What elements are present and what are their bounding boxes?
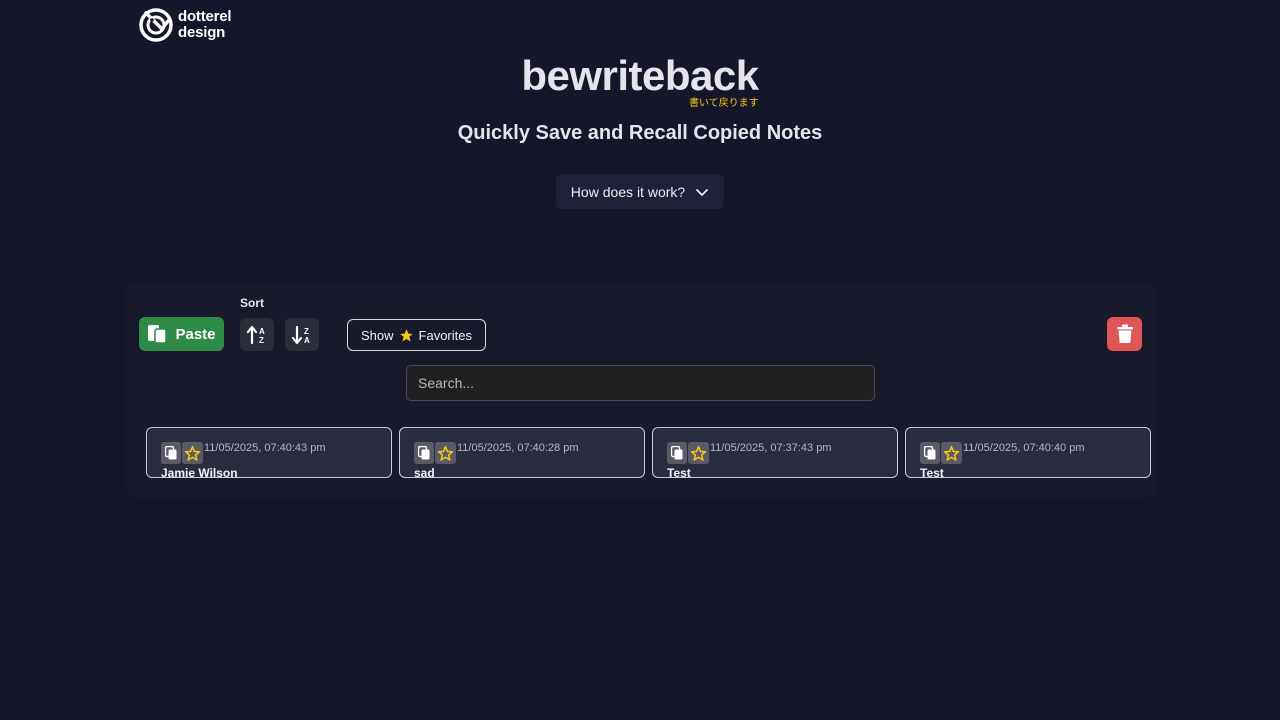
star-outline-icon (437, 445, 454, 461)
note-card[interactable]: 11/05/2025, 07:40:40 pm Test (905, 427, 1151, 478)
copy-icon (671, 446, 683, 460)
chevron-down-icon (696, 188, 709, 196)
note-timestamp: 11/05/2025, 07:40:40 pm (963, 442, 1085, 454)
sort-ascending-button[interactable]: A Z (240, 318, 274, 351)
note-card[interactable]: 11/05/2025, 07:37:43 pm Test (652, 427, 898, 478)
favorite-toggle[interactable] (688, 442, 709, 464)
copy-note-button[interactable] (161, 442, 181, 464)
copy-icon (924, 446, 936, 460)
copy-icon (165, 446, 177, 460)
note-timestamp: 11/05/2025, 07:37:43 pm (710, 442, 832, 454)
paste-button[interactable]: Paste (139, 317, 224, 351)
tagline: Quickly Save and Recall Copied Notes (457, 122, 823, 144)
sort-label: Sort (240, 296, 264, 310)
star-outline-icon (690, 445, 707, 461)
delete-all-button[interactable] (1107, 317, 1142, 351)
copy-icon (418, 446, 430, 460)
svg-text:Z: Z (259, 336, 264, 345)
favorites-label: Favorites (418, 327, 472, 343)
sort-descending-icon: Z A (291, 325, 310, 345)
brand-logo[interactable]: dotterel design (138, 7, 232, 43)
notes-list: 11/05/2025, 07:40:43 pm Jamie Wilson 11/… (146, 427, 1151, 478)
svg-text:Z: Z (304, 327, 309, 336)
favorite-toggle[interactable] (182, 442, 203, 464)
svg-text:A: A (304, 336, 310, 345)
star-outline-icon (184, 445, 201, 461)
note-timestamp: 11/05/2025, 07:40:43 pm (204, 442, 326, 454)
brand-line-1: dotterel (178, 8, 232, 25)
paste-label: Paste (175, 325, 216, 343)
app-title: bewriteback (521, 52, 759, 99)
note-text: sad (414, 466, 435, 478)
show-label: Show (361, 327, 394, 343)
search-input[interactable] (406, 365, 875, 401)
trash-icon (1116, 324, 1133, 343)
copy-note-button[interactable] (920, 442, 940, 464)
note-card[interactable]: 11/05/2025, 07:40:43 pm Jamie Wilson (146, 427, 392, 478)
show-favorites-button[interactable]: Show Favorites (347, 319, 486, 351)
favorite-toggle[interactable] (435, 442, 456, 464)
copy-note-button[interactable] (667, 442, 687, 464)
sort-descending-button[interactable]: Z A (285, 318, 319, 351)
how-does-it-work-label: How does it work? (570, 183, 686, 200)
star-outline-icon (943, 445, 960, 461)
dotterel-bird-logo-icon (139, 8, 173, 42)
star-icon (399, 328, 413, 341)
hero: bewriteback 書いて戻ります Quickly Save and Rec… (0, 52, 1280, 145)
japanese-subtitle: 書いて戻ります (688, 98, 759, 109)
clipboard-paste-icon (148, 325, 168, 344)
app-title-group: bewriteback 書いて戻ります (521, 52, 759, 109)
note-text: Jamie Wilson (161, 466, 238, 478)
svg-text:A: A (259, 327, 265, 336)
how-does-it-work-button[interactable]: How does it work? (556, 174, 724, 209)
favorite-toggle[interactable] (941, 442, 962, 464)
note-text: Test (667, 466, 691, 478)
note-text: Test (920, 466, 944, 478)
brand-name: dotterel design (178, 8, 232, 41)
brand-line-2: design (178, 24, 226, 41)
copy-note-button[interactable] (414, 442, 434, 464)
sort-ascending-icon: A Z (246, 325, 265, 345)
note-card[interactable]: 11/05/2025, 07:40:28 pm sad (399, 427, 645, 478)
note-timestamp: 11/05/2025, 07:40:28 pm (457, 442, 579, 454)
